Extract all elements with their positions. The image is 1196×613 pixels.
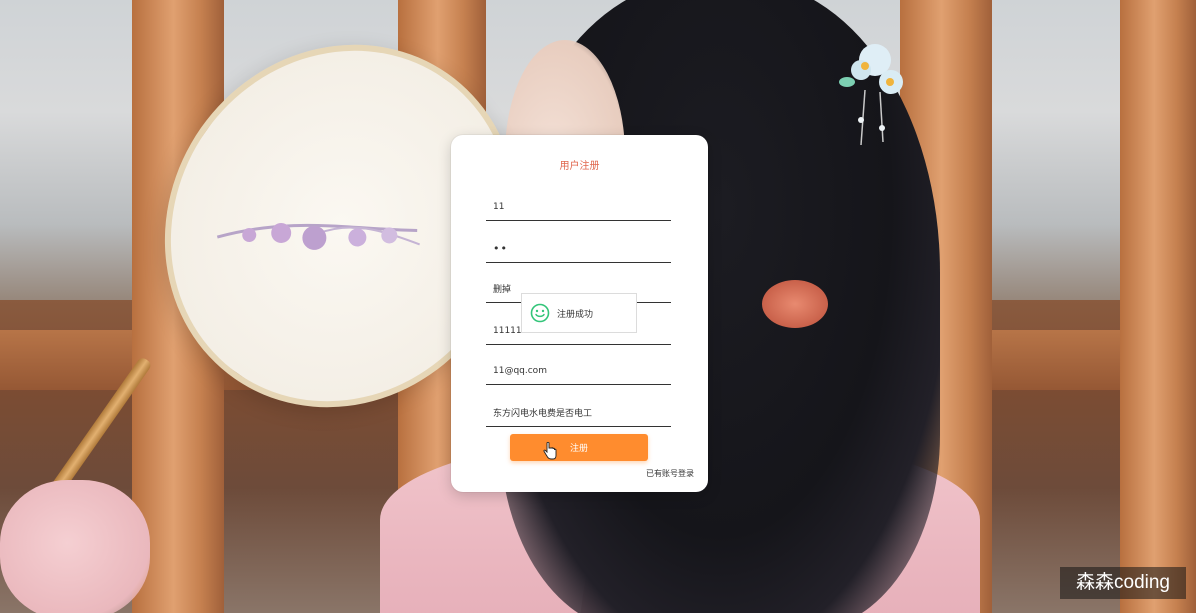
background-post	[1120, 0, 1196, 613]
register-title: 用户注册	[559, 161, 600, 172]
address-input[interactable]	[486, 399, 671, 427]
hand-cursor-icon	[543, 442, 557, 460]
toast-message: 注册成功	[557, 309, 594, 320]
success-toast: 注册成功	[521, 293, 637, 333]
register-button[interactable]: 注册	[510, 434, 648, 461]
email-input[interactable]	[486, 357, 671, 385]
username-input[interactable]	[486, 193, 671, 221]
background-hand	[0, 480, 150, 613]
smile-icon	[530, 303, 550, 323]
page-background: 用户注册 注册 已有账号登录 注册成功 森森coding	[0, 0, 1196, 613]
password-input[interactable]	[486, 235, 671, 263]
watermark-text: 森森coding	[1060, 567, 1186, 599]
login-link[interactable]: 已有账号登录	[646, 468, 694, 479]
background-ear	[762, 280, 828, 328]
hairpin-decoration	[839, 44, 903, 146]
